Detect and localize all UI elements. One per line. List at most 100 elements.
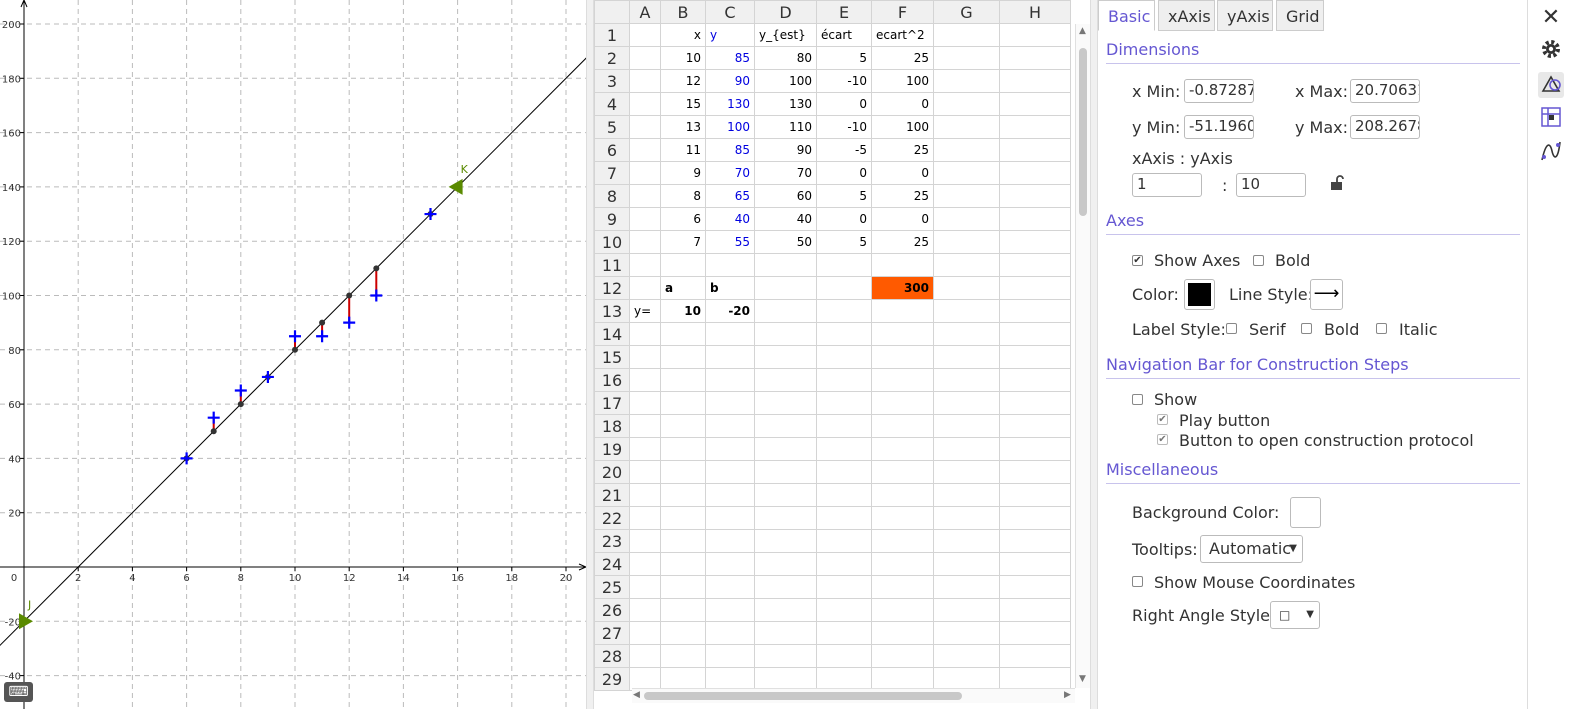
bold-checkbox[interactable] xyxy=(1253,255,1264,266)
spreadsheet-cell[interactable] xyxy=(705,253,755,277)
spreadsheet-cell[interactable] xyxy=(999,161,1071,185)
play-button-checkbox[interactable]: ✔ xyxy=(1157,414,1168,425)
spreadsheet-cell[interactable] xyxy=(816,368,872,392)
row-header[interactable]: 14 xyxy=(594,322,630,346)
spreadsheet-cell[interactable] xyxy=(629,368,661,392)
spreadsheet-cell[interactable] xyxy=(660,414,706,438)
spreadsheet-cell[interactable] xyxy=(871,391,934,415)
spreadsheet-cell[interactable]: 0 xyxy=(871,207,934,231)
spreadsheet-cell[interactable] xyxy=(816,506,872,530)
row-header[interactable]: 16 xyxy=(594,368,630,392)
spreadsheet-cell[interactable] xyxy=(660,529,706,553)
spreadsheet-cell[interactable] xyxy=(754,460,817,484)
spreadsheet-cell[interactable]: 8 xyxy=(660,184,706,208)
row-header[interactable]: 22 xyxy=(594,506,630,530)
spreadsheet-cell[interactable]: 25 xyxy=(871,46,934,70)
spreadsheet-cell[interactable] xyxy=(999,621,1071,645)
spreadsheet-cell[interactable] xyxy=(754,414,817,438)
spreadsheet-cell[interactable] xyxy=(933,391,1000,415)
spreadsheet-horizontal-scrollbar[interactable]: ◀ ▶ xyxy=(632,688,1075,703)
spreadsheet-cell[interactable]: 13 xyxy=(660,115,706,139)
spreadsheet-cell[interactable] xyxy=(999,437,1071,461)
spreadsheet-corner[interactable] xyxy=(594,0,630,24)
spreadsheet-cell[interactable] xyxy=(871,253,934,277)
spreadsheet-cell[interactable] xyxy=(754,552,817,576)
scroll-left-arrow-icon[interactable]: ◀ xyxy=(633,690,640,700)
row-header[interactable]: 18 xyxy=(594,414,630,438)
spreadsheet-cell[interactable] xyxy=(705,414,755,438)
spreadsheet-cell[interactable] xyxy=(933,276,1000,300)
spreadsheet-cell[interactable] xyxy=(754,644,817,668)
spreadsheet-cell[interactable] xyxy=(754,368,817,392)
spreadsheet-cell[interactable]: -5 xyxy=(816,138,872,162)
spreadsheet-cell[interactable] xyxy=(754,299,817,323)
tab-grid[interactable]: Grid xyxy=(1276,0,1324,31)
spreadsheet-cell[interactable] xyxy=(933,552,1000,576)
spreadsheet-cell[interactable]: 0 xyxy=(871,161,934,185)
spreadsheet-cell[interactable] xyxy=(999,345,1071,369)
spreadsheet-cell[interactable]: 11 xyxy=(660,138,706,162)
spreadsheet-cell[interactable] xyxy=(754,437,817,461)
spreadsheet-cell[interactable] xyxy=(660,598,706,622)
spreadsheet-cell[interactable]: 90 xyxy=(705,69,755,93)
spreadsheet-cell[interactable] xyxy=(754,391,817,415)
spreadsheet-cell[interactable] xyxy=(999,23,1071,47)
spreadsheet-cell[interactable] xyxy=(933,644,1000,668)
column-header[interactable]: B xyxy=(660,0,706,24)
spreadsheet-cell[interactable] xyxy=(629,483,661,507)
spreadsheet-cell[interactable]: 0 xyxy=(816,92,872,116)
protocol-button-checkbox[interactable]: ✔ xyxy=(1157,434,1168,445)
label-bold-checkbox[interactable] xyxy=(1301,323,1312,334)
row-header[interactable]: 6 xyxy=(594,138,630,162)
spreadsheet-cell[interactable] xyxy=(705,598,755,622)
spreadsheet-cell[interactable] xyxy=(999,460,1071,484)
spreadsheet-cell[interactable]: 50 xyxy=(754,230,817,254)
spreadsheet-cell[interactable] xyxy=(816,299,872,323)
row-header[interactable]: 28 xyxy=(594,644,630,668)
spreadsheet-cell[interactable] xyxy=(660,506,706,530)
column-header[interactable]: C xyxy=(705,0,755,24)
spreadsheet-cell[interactable] xyxy=(660,460,706,484)
graphics-view[interactable]: 0 2 4 6 8 10 12 14 16 18 20 -40 -20 20 40 60 80 100 120 140… xyxy=(0,0,586,709)
spreadsheet-cell[interactable]: 85 xyxy=(705,46,755,70)
ymax-input[interactable]: 208.2678 xyxy=(1350,115,1420,139)
spreadsheet-cell[interactable]: 80 xyxy=(754,46,817,70)
spreadsheet-cell[interactable] xyxy=(629,23,661,47)
column-header[interactable]: G xyxy=(933,0,1000,24)
spreadsheet-cell[interactable] xyxy=(705,575,755,599)
spreadsheet-cell[interactable]: a xyxy=(660,276,706,300)
spreadsheet-cell[interactable]: 55 xyxy=(705,230,755,254)
spreadsheet-cell[interactable] xyxy=(933,322,1000,346)
spreadsheet-cell[interactable] xyxy=(816,391,872,415)
row-header[interactable]: 13 xyxy=(594,299,630,323)
spreadsheet-cell[interactable] xyxy=(933,621,1000,645)
spreadsheet-cell[interactable] xyxy=(660,437,706,461)
spreadsheet-cell[interactable]: ecart^2 xyxy=(871,23,934,47)
spreadsheet-cell[interactable] xyxy=(705,391,755,415)
spreadsheet-cell[interactable]: 5 xyxy=(816,230,872,254)
spreadsheet-cell[interactable]: y= xyxy=(629,299,661,323)
spreadsheet-cell[interactable] xyxy=(816,575,872,599)
spreadsheet-cell[interactable] xyxy=(629,230,661,254)
spreadsheet-cell[interactable] xyxy=(933,115,1000,139)
gear-icon[interactable] xyxy=(1538,38,1564,64)
spreadsheet-cell[interactable]: 130 xyxy=(705,92,755,116)
row-header[interactable]: 9 xyxy=(594,207,630,231)
spreadsheet-cell[interactable]: -10 xyxy=(816,69,872,93)
spreadsheet-cell[interactable]: y_{est} xyxy=(754,23,817,47)
spreadsheet-cell[interactable] xyxy=(999,184,1071,208)
spreadsheet-cell[interactable] xyxy=(705,460,755,484)
spreadsheet-cell[interactable] xyxy=(629,506,661,530)
spreadsheet-cell[interactable] xyxy=(999,230,1071,254)
spreadsheet-cell[interactable] xyxy=(999,299,1071,323)
xmax-input[interactable]: 20.70631 xyxy=(1350,79,1420,103)
spreadsheet-cell[interactable]: y xyxy=(705,23,755,47)
horizontal-scroll-thumb[interactable] xyxy=(644,692,962,700)
spreadsheet-cell[interactable] xyxy=(933,575,1000,599)
spreadsheet-cell[interactable]: 9 xyxy=(660,161,706,185)
row-header[interactable]: 29 xyxy=(594,667,630,691)
vertical-scroll-thumb[interactable] xyxy=(1079,48,1087,216)
spreadsheet-cell[interactable] xyxy=(816,552,872,576)
spreadsheet-cell[interactable] xyxy=(871,575,934,599)
spreadsheet-cell[interactable] xyxy=(999,46,1071,70)
